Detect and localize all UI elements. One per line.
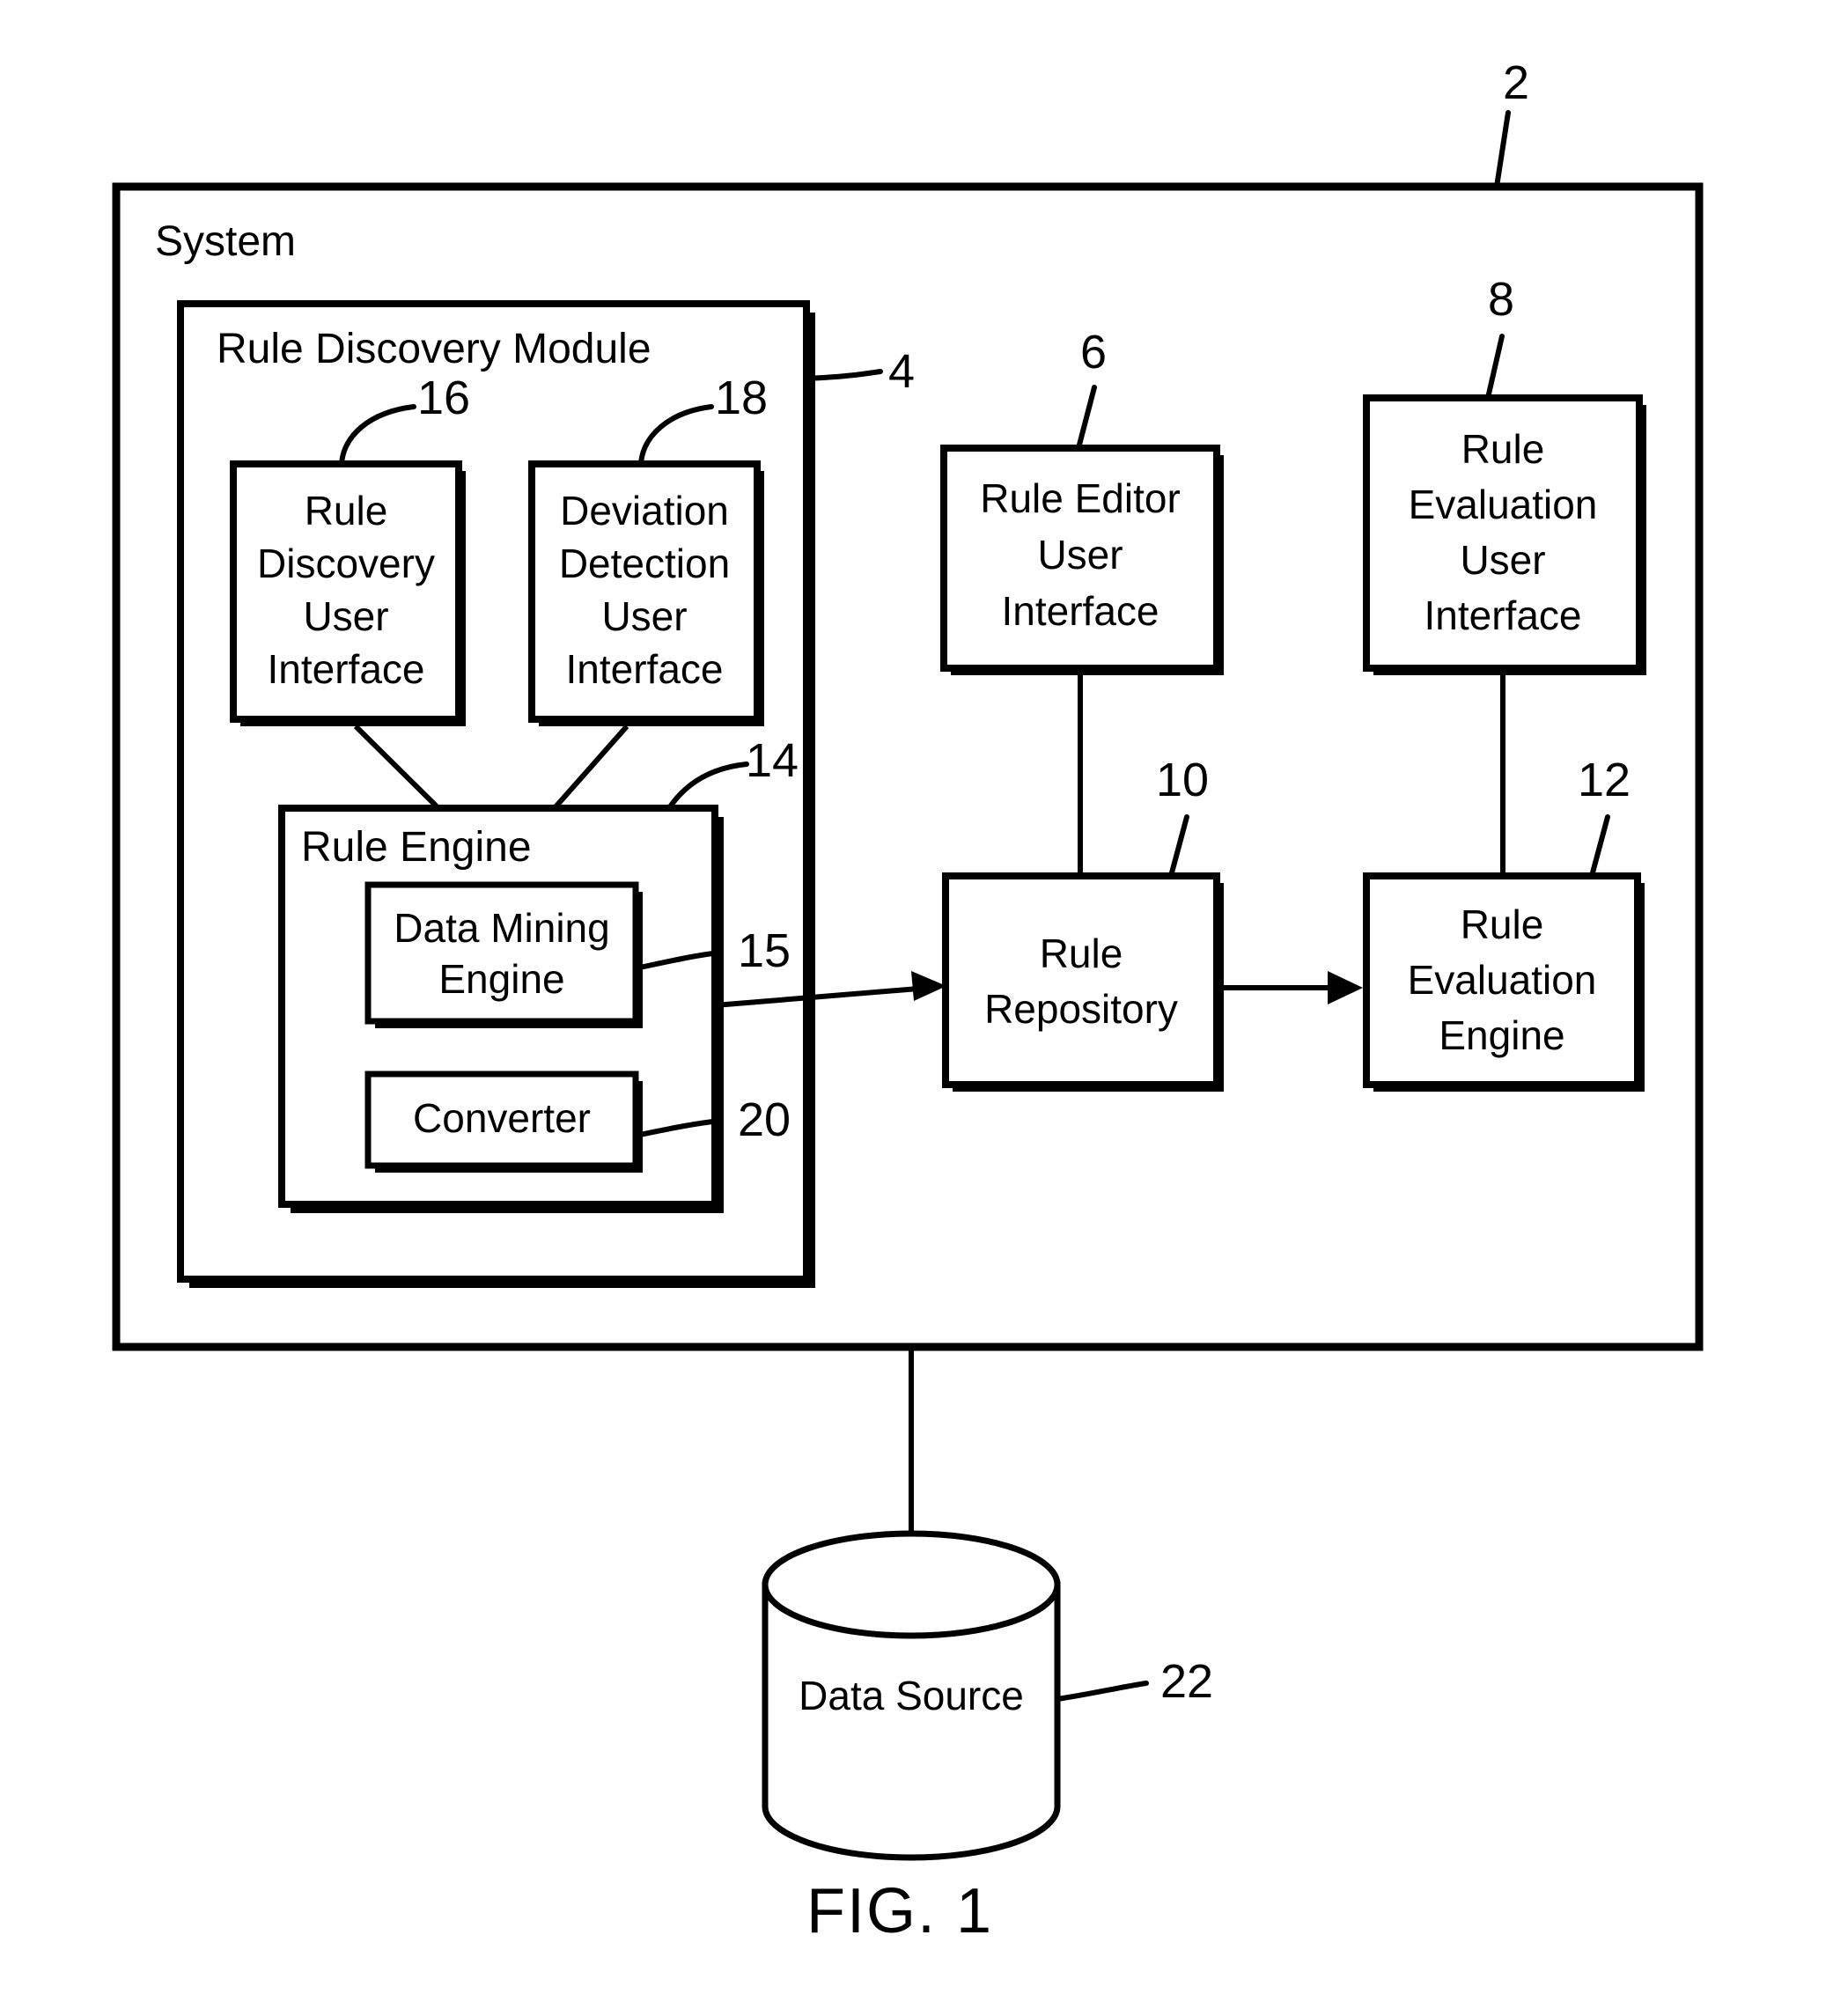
ref-number-14: 14 [746,734,799,787]
ref-number-2: 2 [1503,56,1529,109]
rule-discovery-ui-line2: Discovery [257,541,435,586]
rule-discovery-module-title: Rule Discovery Module [217,326,651,372]
ref-number-20: 20 [738,1093,791,1146]
rule-evaluation-ui-line1: Rule [1461,426,1545,472]
rule-evaluation-ui-line2: Evaluation [1409,482,1598,527]
converter-label: Converter [413,1095,591,1141]
ref-number-18: 18 [715,372,768,424]
deviation-detection-ui-line1: Deviation [560,488,729,533]
rule-discovery-ui-line3: User [303,593,388,639]
rule-discovery-ui-line4: Interface [268,646,425,692]
ref-number-6: 6 [1080,326,1107,379]
rule-repository-line1: Rule [1040,931,1123,976]
ref-number-12: 12 [1578,754,1631,806]
rule-evaluation-engine-line1: Rule [1461,901,1544,947]
ref-number-8: 8 [1488,273,1514,326]
rule-discovery-ui-line1: Rule [305,488,388,533]
diagram-canvas: 2 System Rule Discovery Module 4 16 Rule… [112,56,1704,1946]
rule-engine-title: Rule Engine [301,824,532,871]
ref-number-10: 10 [1156,754,1209,806]
rule-evaluation-engine-line2: Evaluation [1408,957,1597,1003]
system-title: System [155,218,296,265]
rule-editor-ui-line1: Rule Editor [980,475,1181,521]
data-mining-engine-line1: Data Mining [394,905,609,951]
data-source-label: Data Source [799,1673,1024,1718]
ref-number-15: 15 [738,924,791,977]
rule-evaluation-ui-line3: User [1460,537,1545,583]
ref-number-4: 4 [888,345,915,398]
rule-evaluation-engine-line3: Engine [1439,1012,1564,1058]
ref-number-22: 22 [1160,1655,1213,1708]
rule-editor-ui-line2: User [1037,532,1123,578]
rule-evaluation-ui-line4: Interface [1424,592,1582,638]
data-mining-engine-line2: Engine [438,956,564,1002]
deviation-detection-ui-line4: Interface [566,646,724,692]
arrow-repository-to-evaluation-engine [1217,971,1363,1004]
rule-editor-ui-line3: Interface [1002,588,1159,634]
ref-number-16: 16 [417,372,470,424]
figure-caption: FIG. 1 [806,1876,993,1946]
rule-repository-line2: Repository [984,986,1178,1032]
deviation-detection-ui-line3: User [601,593,687,639]
deviation-detection-ui-line2: Detection [559,541,730,586]
patent-figure: 2 System Rule Discovery Module 4 16 Rule… [0,0,1833,2016]
